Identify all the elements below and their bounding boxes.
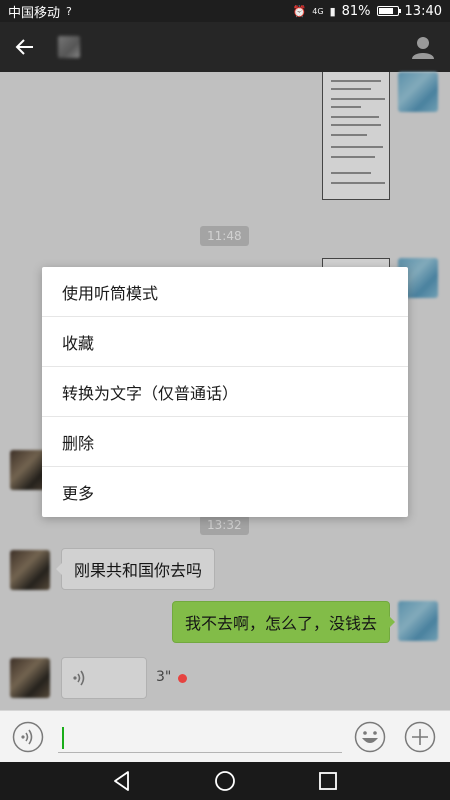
- voice-wave-icon: [73, 670, 85, 686]
- back-button[interactable]: [0, 22, 50, 72]
- network-label: 4G: [312, 6, 324, 16]
- voice-toggle-button[interactable]: [12, 721, 44, 753]
- android-nav-bar: [0, 762, 450, 800]
- input-bar: [0, 710, 450, 762]
- timestamp: 11:48: [200, 226, 249, 246]
- menu-item-delete[interactable]: 删除: [42, 417, 408, 467]
- nav-back-button[interactable]: [110, 769, 134, 793]
- message-input[interactable]: [58, 721, 342, 753]
- person-icon: [412, 37, 434, 59]
- battery-fill: [378, 8, 394, 14]
- contact-avatar[interactable]: [10, 658, 50, 698]
- battery-percent: 81%: [341, 3, 371, 19]
- chat-info-button[interactable]: [410, 34, 436, 60]
- menu-item-more[interactable]: 更多: [42, 467, 408, 517]
- image-message[interactable]: [322, 72, 390, 200]
- chat-header: [0, 22, 450, 72]
- voice-input-icon: [12, 721, 44, 753]
- unread-dot: [178, 674, 187, 683]
- plus-icon: [404, 721, 436, 753]
- nav-recents-button[interactable]: [316, 769, 340, 793]
- home-circle-icon: [215, 771, 235, 791]
- self-avatar[interactable]: [398, 72, 438, 112]
- timestamp: 13:32: [200, 515, 249, 535]
- wechat-chat-screen: 中国移动 ? ⏰ 4G ▮ 81% 13:40 11:48 13:32 刚果共和…: [0, 0, 450, 800]
- emoji-button[interactable]: [354, 721, 386, 753]
- carrier-label: 中国移动: [8, 5, 61, 21]
- clock: 13:40: [404, 3, 442, 19]
- text-cursor: [62, 727, 64, 749]
- alarm-icon: ⏰: [292, 4, 307, 18]
- signal-icon: ▮: [329, 4, 336, 18]
- question-icon: ?: [66, 4, 72, 18]
- more-functions-button[interactable]: [404, 721, 436, 753]
- arrow-left-icon: [15, 39, 33, 55]
- menu-item-earpiece-mode[interactable]: 使用听筒模式: [42, 267, 408, 317]
- voice-duration: 3": [156, 669, 172, 685]
- voice-message[interactable]: [61, 657, 147, 699]
- sent-message[interactable]: 我不去啊，怎么了，没钱去: [172, 601, 396, 643]
- recents-square-icon: [319, 772, 337, 790]
- menu-item-favorite[interactable]: 收藏: [42, 317, 408, 367]
- battery-icon: [376, 6, 401, 16]
- self-avatar[interactable]: [398, 601, 438, 641]
- nav-home-button[interactable]: [213, 769, 237, 793]
- contact-avatar[interactable]: [10, 550, 50, 590]
- status-bar: 中国移动 ? ⏰ 4G ▮ 81% 13:40: [0, 0, 450, 22]
- message-context-menu: 使用听筒模式 收藏 转换为文字（仅普通话） 删除 更多: [42, 267, 408, 517]
- received-message[interactable]: 刚果共和国你去吗: [55, 548, 216, 590]
- menu-item-convert-to-text[interactable]: 转换为文字（仅普通话）: [42, 367, 408, 417]
- back-triangle-icon: [114, 771, 129, 791]
- emoji-icon: [354, 721, 386, 753]
- contact-name-blurred: [58, 36, 80, 58]
